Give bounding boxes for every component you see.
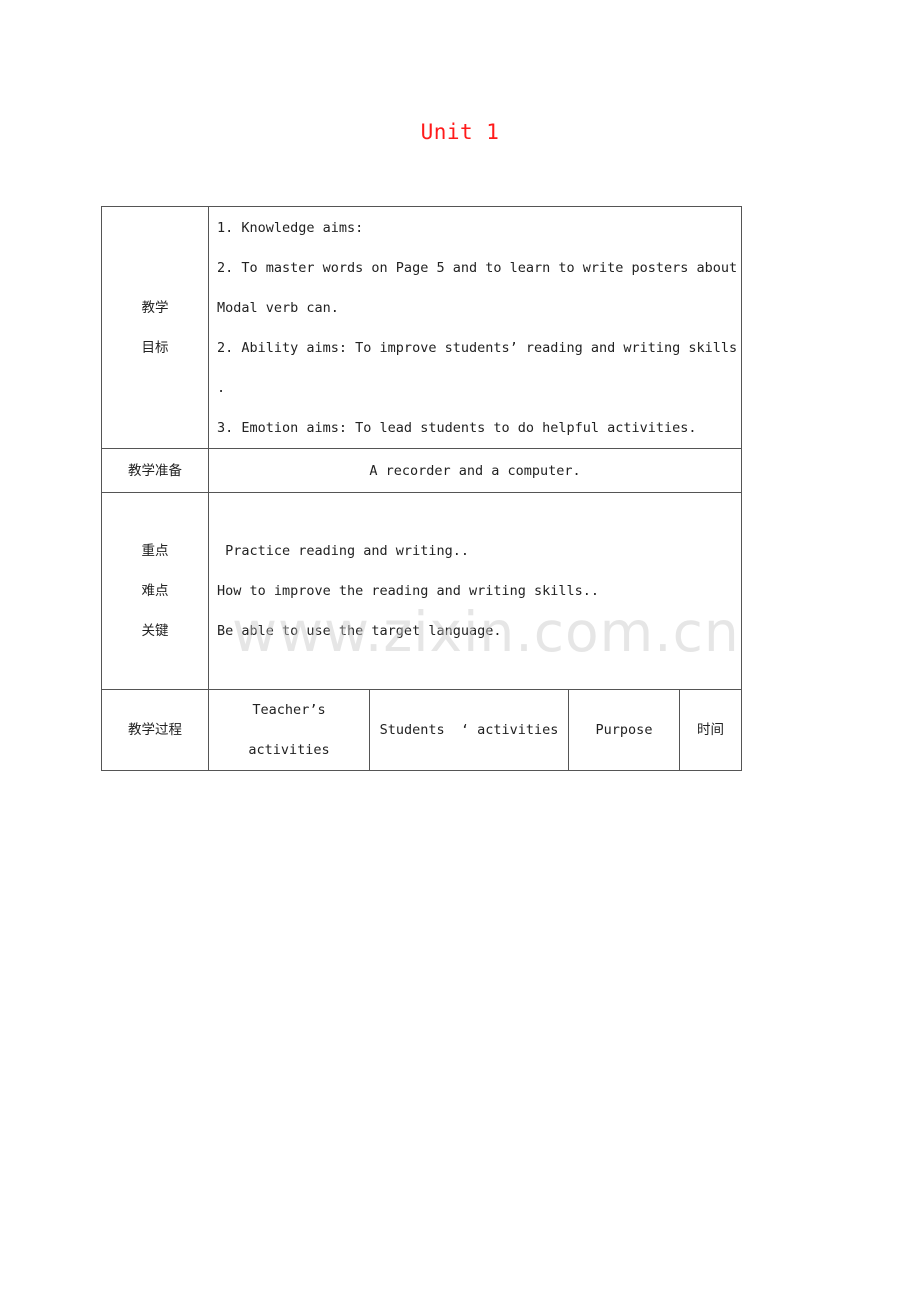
purpose-header: Purpose [568,689,680,771]
objectives-content: 1. Knowledge aims: 2. To master words on… [207,206,743,449]
students-activities-header: Students ‘ activities [369,689,569,771]
time-header: 时间 [678,689,743,771]
objective-line: 1. Knowledge aims: [217,219,364,236]
key-points-content: Practice reading and writing.. How to im… [207,492,743,690]
objective-line: 2. Ability aims: To improve students’ re… [217,339,738,356]
objective-line: Modal verb can. [217,299,339,316]
teacher-activities-header: Teacher’s activities [208,689,370,771]
process-row: 教学过程 Teacher’s activities Students ‘ act… [101,689,743,771]
header-line: activities [248,742,330,758]
objectives-label-line: 目标 [141,339,169,356]
header-line: Teacher’s [252,702,326,718]
objective-line: 3. Emotion aims: To lead students to do … [217,419,697,436]
objective-line: . [217,379,226,396]
objectives-label-line: 教学 [141,299,169,316]
key-point-line: How to improve the reading and writing s… [217,583,600,599]
objective-line: 2. To master words on Page 5 and to lear… [217,259,738,276]
key-points-label-line: 难点 [141,583,169,599]
preparation-row: 教学准备 A recorder and a computer. [101,448,743,493]
objectives-row: 教学 目标 1. Knowledge aims: 2. To master wo… [101,206,743,449]
key-points-label-line: 重点 [141,543,169,559]
key-points-label: 重点 难点 关键 [101,492,209,690]
document-title: Unit 1 [420,120,500,144]
objectives-label: 教学 目标 [101,206,209,449]
lesson-plan-table: 教学 目标 1. Knowledge aims: 2. To master wo… [101,206,743,771]
key-points-label-line: 关键 [141,623,169,639]
process-label: 教学过程 [101,689,209,771]
key-point-line: Be able to use the target language. [217,623,502,639]
key-points-row: 重点 难点 关键 Practice reading and writing.. … [101,492,743,690]
key-point-line: Practice reading and writing.. [217,543,469,559]
preparation-value: A recorder and a computer. [207,448,743,493]
preparation-label: 教学准备 [101,448,209,493]
